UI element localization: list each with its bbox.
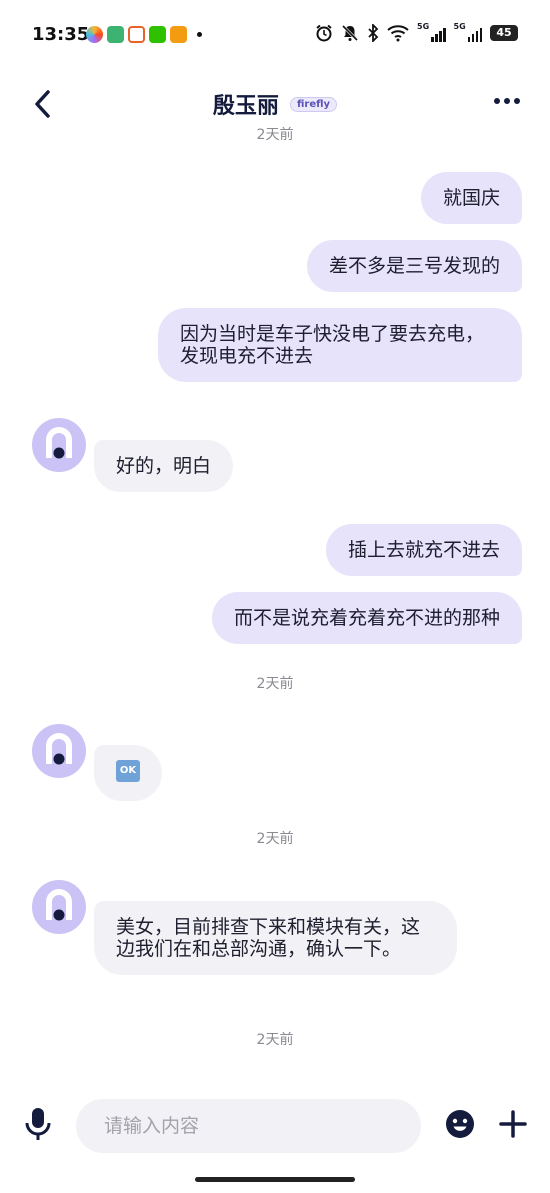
message-timestamp: 2天前 — [256, 676, 294, 692]
bluetooth-icon — [368, 24, 379, 42]
emoji-icon[interactable] — [445, 1109, 475, 1139]
contact-name: 殷玉丽 — [212, 94, 279, 119]
incoming-message[interactable]: 美女，目前排查下来和模块有关，这边我们在和总部沟通，确认一下。 — [94, 901, 457, 975]
incoming-message[interactable]: 好的，明白 — [94, 440, 234, 492]
more-notifications-dot — [197, 32, 202, 37]
outgoing-message[interactable]: 就国庆 — [420, 172, 522, 224]
notification-icons — [86, 26, 202, 43]
message-timestamp: 2天前 — [256, 127, 294, 143]
orange-app-icon — [170, 26, 187, 43]
firefly-badge: firefly — [290, 96, 338, 112]
message-timestamp: 2天前 — [256, 831, 294, 847]
contact-avatar[interactable] — [32, 418, 86, 472]
contact-avatar[interactable] — [32, 724, 86, 778]
message-timestamp: 2天前 — [256, 1032, 294, 1048]
pinwheel-app-icon — [86, 26, 103, 43]
contact-avatar[interactable] — [32, 880, 86, 934]
outgoing-message[interactable]: 而不是说充着充着充不进的那种 — [211, 592, 522, 644]
outgoing-message[interactable]: 差不多是三号发现的 — [306, 240, 522, 292]
message-input[interactable] — [76, 1099, 421, 1153]
status-bar: 13:35 5G 5G 45 — [0, 0, 550, 70]
outgoing-message[interactable]: 插上去就充不进去 — [325, 524, 522, 576]
wechat-icon — [149, 26, 166, 43]
chat-header: 殷玉丽 firefly — [0, 80, 550, 130]
mute-icon — [341, 24, 359, 42]
add-attachment-icon[interactable] — [498, 1109, 528, 1139]
more-options-icon[interactable] — [494, 98, 520, 104]
alarm-icon — [316, 24, 332, 42]
shopping-app-icon — [128, 26, 145, 43]
contact-title-group: 殷玉丽 firefly — [0, 88, 550, 120]
microphone-icon[interactable] — [24, 1106, 52, 1142]
home-indicator[interactable] — [195, 1177, 355, 1182]
status-indicators: 5G 5G 45 — [315, 22, 518, 42]
ok-emoji-icon: OK — [116, 760, 140, 782]
wifi-icon — [387, 25, 409, 42]
status-time: 13:35 — [32, 24, 90, 45]
green-app-icon — [107, 26, 124, 43]
battery-icon: 45 — [490, 25, 518, 41]
cellular-signal-1-icon: 5G — [417, 22, 446, 42]
outgoing-message[interactable]: 因为当时是车子快没电了要去充电，发现电充不进去 — [158, 308, 522, 382]
cellular-signal-2-icon: 5G — [454, 22, 482, 42]
